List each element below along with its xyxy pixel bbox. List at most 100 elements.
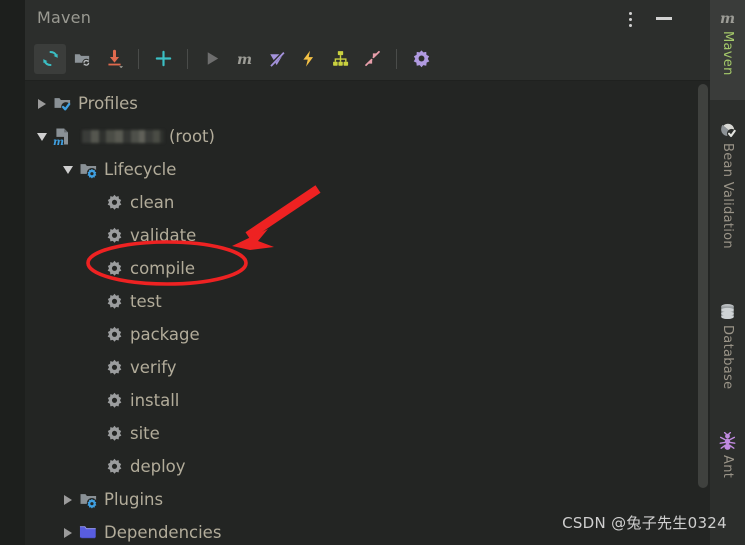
svg-text:m: m <box>53 136 64 146</box>
refresh-icon <box>41 49 60 68</box>
maven-toolbar: m <box>25 36 710 81</box>
tree-node-label: site <box>130 424 160 443</box>
offline-mode-icon <box>267 49 286 68</box>
maven-m-icon: m <box>717 6 739 28</box>
svg-text:m: m <box>720 10 735 26</box>
maven-tool-window: Maven m Profiles m (root) Lifecycle clean val… <box>25 0 710 545</box>
maven-module-icon: m <box>51 120 73 153</box>
chevron-right-icon[interactable] <box>59 516 77 545</box>
separator-3 <box>396 48 397 69</box>
vertical-scrollbar[interactable] <box>698 84 708 488</box>
tree-node-label: verify <box>130 358 177 377</box>
chevron-down-icon[interactable] <box>59 153 77 186</box>
tree-node-label: Lifecycle <box>104 160 177 179</box>
chevron-down-icon[interactable] <box>33 120 51 153</box>
svg-text:m: m <box>236 52 251 68</box>
chevron-right-icon[interactable] <box>59 483 77 516</box>
tree-node-label: (root) <box>169 127 215 146</box>
download-sources-button[interactable] <box>98 44 130 74</box>
maven-settings-button[interactable] <box>405 44 437 74</box>
add-maven-project-button[interactable] <box>66 44 98 74</box>
run-button[interactable] <box>196 44 228 74</box>
download-arrow-icon <box>105 49 124 68</box>
collapse-arrows-icon <box>363 49 382 68</box>
tree-node-label: compile <box>130 259 196 278</box>
gear-icon <box>103 450 125 483</box>
tree-node-label: clean <box>130 193 175 212</box>
execute-maven-goal-button[interactable]: m <box>228 44 260 74</box>
tree-node-verify[interactable]: verify <box>25 351 710 384</box>
folder-blue-icon <box>77 516 99 545</box>
gear-icon <box>103 285 125 318</box>
tree-node-clean[interactable]: clean <box>25 186 710 219</box>
minimize-icon[interactable] <box>656 11 672 25</box>
show-dependencies-button[interactable] <box>324 44 356 74</box>
folder-gear-icon <box>77 483 99 516</box>
gear-icon <box>103 384 125 417</box>
left-gutter <box>0 0 25 545</box>
right-tool-tab-strip: m Maven Bean Validation Database Ant <box>710 0 745 545</box>
tree-node-install[interactable]: install <box>25 384 710 417</box>
separator-1 <box>138 48 139 69</box>
add-goal-button[interactable] <box>147 44 179 74</box>
tree-node-label: test <box>130 292 162 311</box>
separator-2 <box>187 48 188 69</box>
reload-project-button[interactable] <box>34 43 66 74</box>
gear-icon <box>103 186 125 219</box>
folder-check-icon <box>51 87 73 120</box>
tool-tab-bean-validation[interactable]: Bean Validation <box>710 118 745 249</box>
tree-node-compile[interactable]: compile <box>25 252 710 285</box>
tree-node-deploy[interactable]: deploy <box>25 450 710 483</box>
tool-tab-label: Maven <box>720 31 735 76</box>
tree-node-root-project[interactable]: m (root) <box>25 120 710 153</box>
tree-node-label: validate <box>130 226 197 245</box>
ant-bug-icon <box>717 430 739 452</box>
censored-project-name <box>82 130 164 143</box>
chevron-right-icon[interactable] <box>33 87 51 120</box>
tree-node-validate[interactable]: validate <box>25 219 710 252</box>
tool-tab-label: Bean Validation <box>720 143 735 249</box>
tree-node-test[interactable]: test <box>25 285 710 318</box>
folder-gear-icon <box>77 153 99 186</box>
tool-window-header: Maven <box>25 0 710 36</box>
toggle-offline-button[interactable] <box>260 44 292 74</box>
tree-node-package[interactable]: package <box>25 318 710 351</box>
database-icon <box>717 300 739 322</box>
tool-tab-label: Database <box>720 325 735 390</box>
tool-tab-label: Ant <box>720 455 735 479</box>
play-triangle-icon <box>203 49 222 68</box>
gear-icon <box>103 351 125 384</box>
csdn-watermark: CSDN @兔子先生0324 <box>562 514 727 532</box>
maven-project-tree[interactable]: Profiles m (root) Lifecycle clean validate com… <box>25 81 710 545</box>
tree-node-label: Plugins <box>104 490 164 509</box>
maven-m-icon: m <box>235 49 254 68</box>
gear-icon <box>103 318 125 351</box>
tree-node-lifecycle[interactable]: Lifecycle <box>25 153 710 186</box>
gear-icon <box>103 252 125 285</box>
collapse-all-button[interactable] <box>356 44 388 74</box>
folder-sync-icon <box>73 49 92 68</box>
tree-node-label: deploy <box>130 457 186 476</box>
plus-icon <box>154 49 173 68</box>
skip-tests-button[interactable] <box>292 44 324 74</box>
tool-tab-database[interactable]: Database <box>710 300 745 389</box>
tree-node-label: Profiles <box>78 94 138 113</box>
page-title: Maven <box>37 8 92 27</box>
tree-node-label: install <box>130 391 180 410</box>
gear-icon <box>103 417 125 450</box>
kebab-vertical-icon[interactable] <box>624 9 638 27</box>
bean-check-icon <box>717 118 739 140</box>
tool-tab-maven[interactable]: m Maven <box>710 6 745 76</box>
dependency-tree-icon <box>331 49 350 68</box>
tree-node-profiles[interactable]: Profiles <box>25 87 710 120</box>
tree-node-site[interactable]: site <box>25 417 710 450</box>
tool-tab-ant[interactable]: Ant <box>710 430 745 478</box>
lightning-bolt-icon <box>299 49 318 68</box>
